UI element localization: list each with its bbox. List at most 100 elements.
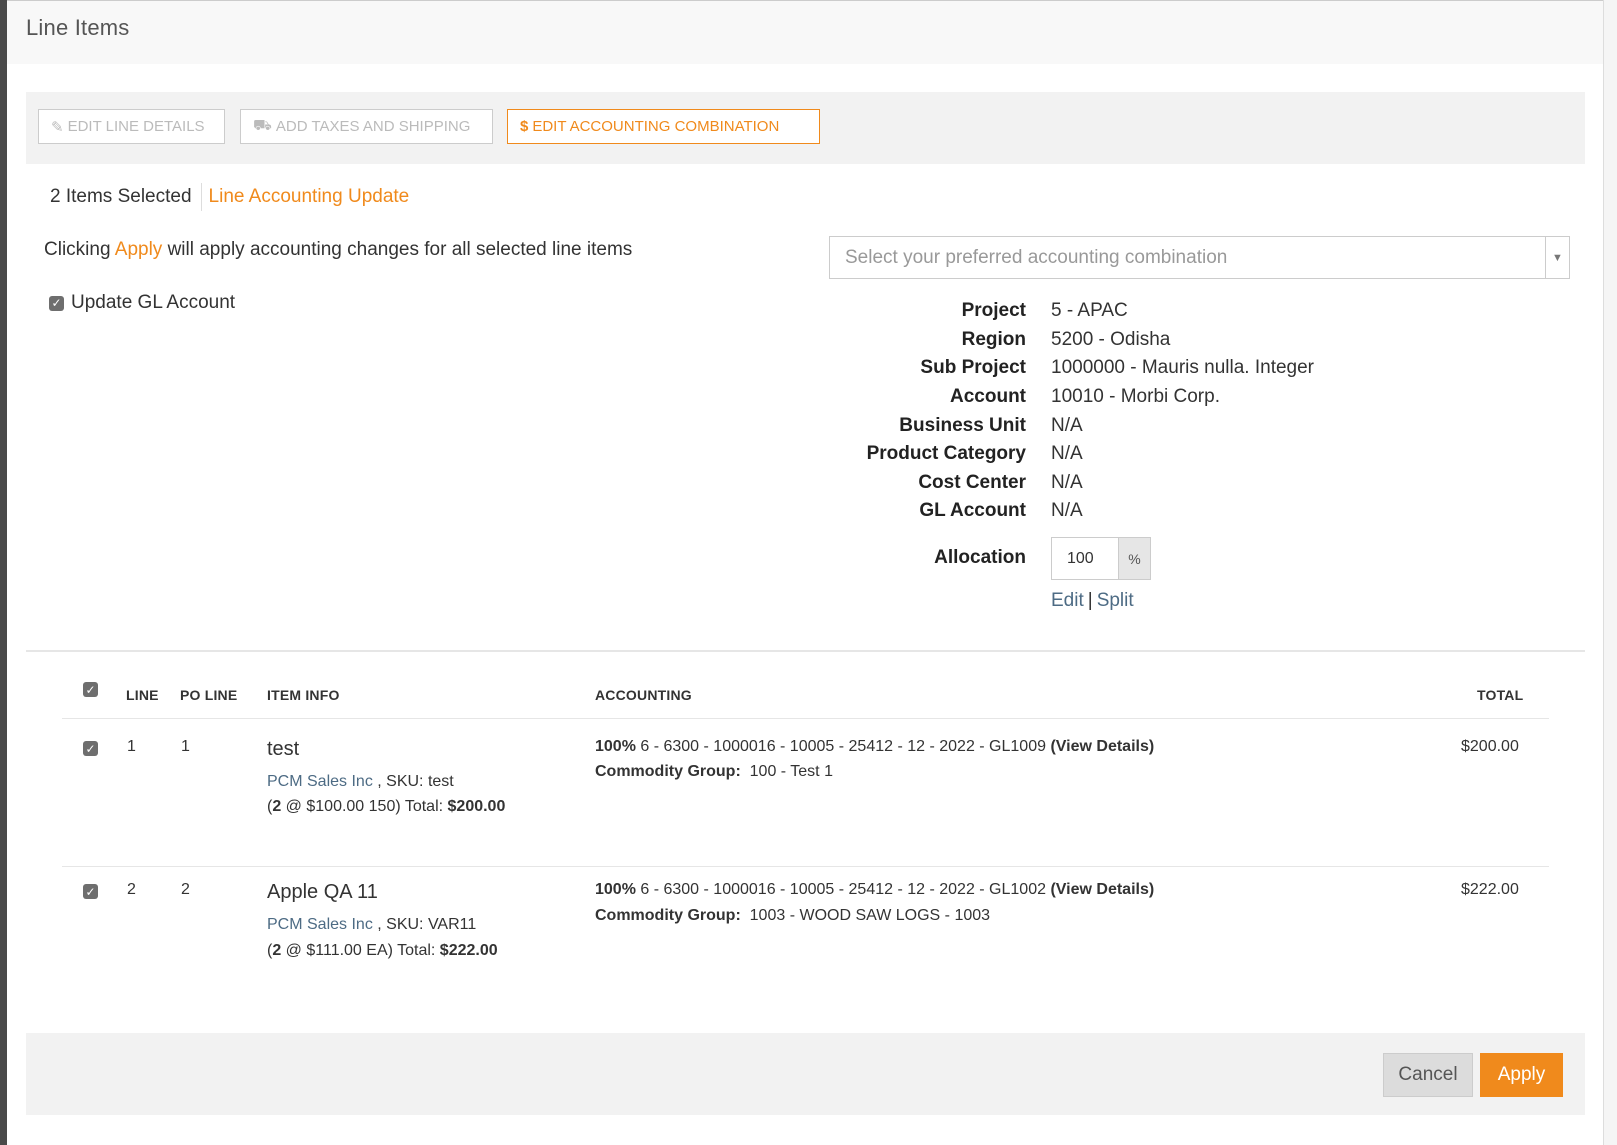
detail-value: 10010 - Morbi Corp. [1051,386,1220,408]
allocation-percent: 100% [595,738,636,755]
item-price-text: @ $100.00 150) Total: [281,798,448,815]
detail-value: N/A [1051,500,1083,522]
accounting-line: 100% 6 - 6300 - 1000016 - 10005 - 25412 … [595,881,1154,899]
edit-accounting-combination-button[interactable]: $ EDIT ACCOUNTING COMBINATION [507,109,820,144]
allocation-input[interactable]: 100 [1052,538,1118,579]
header-accounting: ACCOUNTING [595,687,692,703]
item-supplier-line: PCM Sales Inc , SKU: test [267,773,454,791]
accounting-combo: 6 - 6300 - 1000016 - 10005 - 25412 - 12 … [635,738,1051,755]
items-selected-count: 2 Items Selected [50,186,192,207]
item-qty-line: (2 @ $100.00 150) Total: $200.00 [267,798,506,815]
accounting-details: Project 5 - APAC Region 5200 - Odisha Sub … [807,297,1567,526]
detail-key: Product Category [866,443,1026,465]
item-qty-line: (2 @ $111.00 EA) Total: $222.00 [267,942,498,959]
edit-link[interactable]: Edit [1051,590,1084,611]
toolbar: ✎ EDIT LINE DETAILS ⛟ ADD TAXES AND SHIP… [26,92,1585,164]
view-details-link[interactable]: (View Details) [1050,738,1154,755]
detail-key: Region [961,328,1026,350]
accounting-combination-placeholder: Select your preferred accounting combina… [845,247,1228,268]
divider [200,183,202,211]
accounting-combo: 6 - 6300 - 1000016 - 10005 - 25412 - 12 … [635,881,1051,898]
info-apply-word: Apply [114,239,163,260]
line-items-modal: Line Items ✎ EDIT LINE DETAILS ⛟ ADD TAX… [7,0,1603,1145]
update-gl-account-checkbox[interactable]: ✓ Update GL Account [49,292,235,314]
modal-title: Line Items [26,15,130,40]
caret-down-icon[interactable]: ▼ [1545,237,1569,278]
detail-key: GL Account [919,500,1026,522]
item-qty: 2 [272,942,282,959]
commodity-label: Commodity Group: [595,907,741,924]
row-total: $222.00 [1461,881,1519,898]
cancel-button[interactable]: Cancel [1383,1053,1473,1097]
edit-line-details-button[interactable]: ✎ EDIT LINE DETAILS [38,109,225,144]
row-total: $200.00 [1461,738,1519,755]
item-supplier-line: PCM Sales Inc , SKU: VAR11 [267,916,476,934]
scrollbar[interactable] [1603,0,1617,1145]
add-taxes-shipping-label: ADD TAXES AND SHIPPING [275,118,471,135]
item-sku: , SKU: test [377,773,454,790]
detail-value: 5 - APAC [1051,300,1128,322]
detail-row-cost-center: Cost Center N/A [807,469,1567,498]
commodity-value: 100 - Test 1 [749,763,833,780]
row-divider [62,718,1549,719]
edit-accounting-combination-label: EDIT ACCOUNTING COMBINATION [532,118,780,135]
po-line-number: 1 [181,738,190,755]
commodity-value: 1003 - WOOD SAW LOGS - 1003 [749,907,991,924]
modal-header: Line Items [7,1,1603,64]
item-total: $200.00 [447,798,506,815]
supplier-link[interactable]: PCM Sales Inc [267,916,373,933]
line-number: 1 [127,738,136,755]
line-number: 2 [127,881,136,898]
accounting-combination-select[interactable]: Select your preferred accounting combina… [829,236,1570,279]
apply-button[interactable]: Apply [1480,1053,1563,1097]
allocation-input-group: 100 % [1051,537,1151,580]
pencil-icon: ✎ [51,118,64,136]
detail-row-region: Region 5200 - Odisha [807,326,1567,355]
update-gl-account-label: Update GL Account [71,292,236,313]
allocation-actions: Edit | Split [1051,590,1134,612]
row-checkbox[interactable]: ✓ [83,741,98,756]
percent-addon: % [1118,538,1150,579]
header-line: LINE [126,687,159,703]
info-prefix: Clicking [44,239,111,260]
detail-row-sub-project: Sub Project 1000000 - Mauris nulla. Integ… [807,354,1567,383]
detail-value: 5200 - Odisha [1051,328,1171,350]
header-item-info: ITEM INFO [267,687,340,703]
item-title: test [267,738,300,760]
info-suffix: will apply accounting changes for all se… [167,239,633,260]
detail-key: Business Unit [899,414,1026,436]
detail-value: N/A [1051,414,1083,436]
commodity-line: Commodity Group: 100 - Test 1 [595,763,833,781]
header-po-line: PO LINE [180,687,238,703]
detail-row-account: Account 10010 - Morbi Corp. [807,383,1567,412]
po-line-number: 2 [181,881,190,898]
section-divider [26,650,1585,652]
item-sku: , SKU: VAR11 [377,916,477,933]
supplier-link[interactable]: PCM Sales Inc [267,773,373,790]
commodity-line: Commodity Group: 1003 - WOOD SAW LOGS - … [595,907,990,925]
edit-line-details-label: EDIT LINE DETAILS [67,118,205,135]
dollar-icon: $ [520,118,529,135]
allocation-label: Allocation [934,547,1026,568]
background-app-strip [0,0,7,1145]
view-details-link[interactable]: (View Details) [1050,881,1154,898]
accounting-line: 100% 6 - 6300 - 1000016 - 10005 - 25412 … [595,738,1154,756]
split-link[interactable]: Split [1097,590,1134,611]
detail-row-gl-account: GL Account N/A [807,497,1567,526]
detail-key: Sub Project [920,357,1026,379]
add-taxes-shipping-button[interactable]: ⛟ ADD TAXES AND SHIPPING [240,109,493,144]
row-checkbox[interactable]: ✓ [83,884,98,899]
commodity-label: Commodity Group: [595,763,741,780]
header-total: TOTAL [1477,687,1524,703]
detail-row-business-unit: Business Unit N/A [807,411,1567,440]
detail-row-product-category: Product Category N/A [807,440,1567,469]
detail-key: Project [961,300,1026,322]
detail-key: Account [950,386,1026,408]
truck-icon: ⛟ [253,117,272,134]
checkbox-checked-icon[interactable]: ✓ [49,295,64,311]
item-qty: 2 [272,798,282,815]
allocation-percent: 100% [595,881,636,898]
detail-value: N/A [1051,471,1083,493]
select-all-checkbox[interactable]: ✓ [83,682,98,697]
row-divider [62,866,1549,867]
